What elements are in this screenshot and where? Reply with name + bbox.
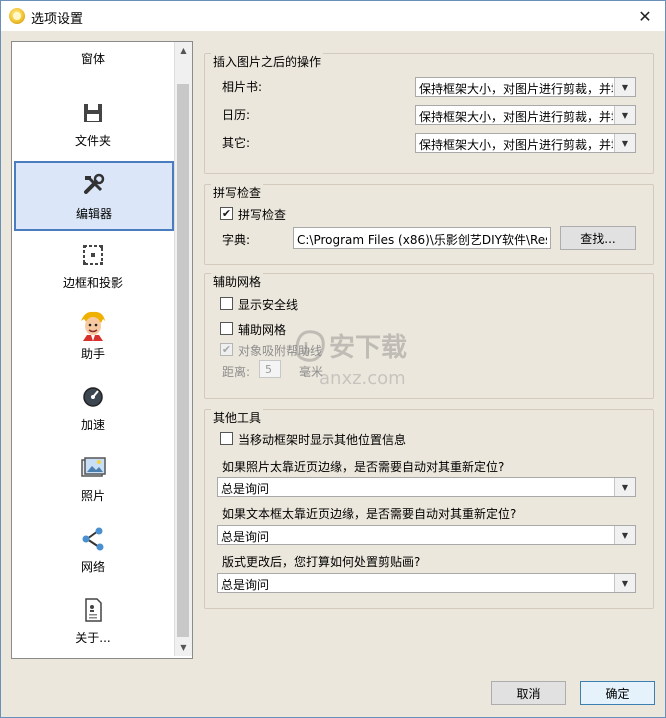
clipart-select[interactable]: 总是询问 ▼ [217,573,636,593]
group-title: 插入图片之后的操作 [211,53,324,70]
textbox-reposition-select[interactable]: 总是询问 ▼ [217,525,636,545]
select-value: 总是询问 [221,530,270,544]
sidebar-item-assistant[interactable]: 助手 [14,305,172,371]
textbox-reposition-question: 如果文本框太靠近页边缘，是否需要自动对其重新定位? [222,507,517,521]
browse-button[interactable]: 查找... [560,226,636,250]
safe-line-label: 显示安全线 [238,298,299,312]
scrollbar-thumb[interactable] [177,84,189,637]
sidebar-item-network[interactable]: 网络 [14,518,172,584]
distance-label: 距离: [222,365,251,379]
snap-guides-checkbox[interactable]: ✔ [220,343,233,356]
chevron-down-icon[interactable]: ▼ [614,526,635,544]
group-title: 其他工具 [211,409,264,426]
chevron-down-icon[interactable]: ▼ [614,106,635,124]
options-dialog: 选项设置 ✕ 窗体 文件夹 编辑器 边框和投影 助手 加速 照片 网络 关于..… [0,0,666,718]
sidebar-scrollbar[interactable]: ▲ ▼ [174,42,192,656]
sidebar-item-window[interactable]: 窗体 [14,41,172,76]
cancel-button[interactable]: 取消 [491,681,566,705]
title-bar: 选项设置 ✕ [1,1,665,31]
ok-button[interactable]: 确定 [580,681,655,705]
chevron-down-icon[interactable]: ▼ [614,78,635,96]
assistant-character-icon [81,311,105,341]
sidebar-item-label: 加速 [80,418,105,432]
select-value: 总是询问 [221,578,270,592]
select-value: 保持框架大小，对图片进行剪裁，并填 [419,82,613,96]
photo-reposition-select[interactable]: 总是询问 ▼ [217,477,636,497]
select-value: 总是询问 [221,482,270,496]
sidebar-item-label: 编辑器 [75,207,112,221]
calendar-label: 日历: [222,108,251,122]
other-select[interactable]: 保持框架大小，对图片进行剪裁，并填 ▼ [415,133,636,153]
select-value: 保持框架大小，对图片进行剪裁，并填 [419,138,613,152]
app-logo-icon [9,8,25,24]
spellcheck-group: 拼写检查 [204,184,654,265]
chevron-down-icon[interactable]: ▼ [614,574,635,592]
group-title: 辅助网格 [211,273,264,290]
sidebar-item-photo[interactable]: 照片 [14,447,172,513]
speed-gauge-icon [83,387,103,407]
spellcheck-label: 拼写检查 [238,208,287,222]
show-position-checkbox[interactable] [220,432,233,445]
dictionary-path-field[interactable]: C:\Program Files (x86)\乐影创艺DIY软件\Resc [293,227,551,249]
distance-value: 5 [265,363,272,376]
sidebar-item-folder[interactable]: 文件夹 [14,92,172,158]
window-icon [79,41,107,44]
sidebar-item-label: 照片 [80,489,105,503]
border-grid-icon [83,245,103,265]
chevron-down-icon[interactable]: ▼ [614,478,635,496]
sidebar-item-label: 助手 [80,347,105,361]
other-label: 其它: [222,136,251,150]
sidebar-item-label: 文件夹 [74,134,111,148]
scroll-down-arrow-icon[interactable]: ▼ [175,639,192,656]
sidebar-item-border[interactable]: 边框和投影 [14,234,172,300]
aux-grid-label: 辅助网格 [238,323,287,337]
sidebar-item-speed[interactable]: 加速 [14,376,172,442]
aux-grid-checkbox[interactable] [220,322,233,335]
sidebar-item-label: 关于... [75,631,111,645]
sidebar-item-about[interactable]: 关于... [14,589,172,655]
save-disk-icon [84,104,102,122]
photobook-select[interactable]: 保持框架大小，对图片进行剪裁，并填 ▼ [415,77,636,97]
calendar-select[interactable]: 保持框架大小，对图片进行剪裁，并填 ▼ [415,105,636,125]
photo-reposition-question: 如果照片太靠近页边缘，是否需要自动对其重新定位? [222,460,505,474]
close-button[interactable]: ✕ [625,1,665,31]
window-title: 选项设置 [31,12,84,27]
distance-spinner[interactable]: 5 [259,360,281,378]
about-document-icon [85,598,102,622]
show-position-label: 当移动框架时显示其他位置信息 [238,433,407,447]
scroll-up-arrow-icon[interactable]: ▲ [175,42,192,59]
sidebar-item-label: 窗体 [80,52,105,66]
sidebar-item-label: 网络 [80,560,105,574]
network-share-icon [82,527,104,551]
snap-guides-label: 对象吸附帮助线 [238,344,323,358]
spellcheck-checkbox[interactable]: ✔ [220,207,233,220]
tools-icon [84,173,105,194]
dictionary-path-value: C:\Program Files (x86)\乐影创艺DIY软件\Resc [297,233,547,247]
distance-unit-label: 毫米 [299,365,324,379]
dictionary-label: 字典: [222,233,251,247]
safe-line-checkbox[interactable] [220,297,233,310]
sidebar: 窗体 文件夹 编辑器 边框和投影 助手 加速 照片 网络 关于... ▲ ▼ [11,41,193,659]
group-title: 拼写检查 [211,184,264,201]
chevron-down-icon[interactable]: ▼ [614,134,635,152]
photo-icon [81,457,106,477]
photobook-label: 相片书: [222,80,263,94]
select-value: 保持框架大小，对图片进行剪裁，并填 [419,110,613,124]
sidebar-item-label: 边框和投影 [62,276,123,290]
sidebar-item-editor[interactable]: 编辑器 [14,161,174,231]
clipart-question: 版式更改后，您打算如何处置剪贴画? [222,555,421,569]
